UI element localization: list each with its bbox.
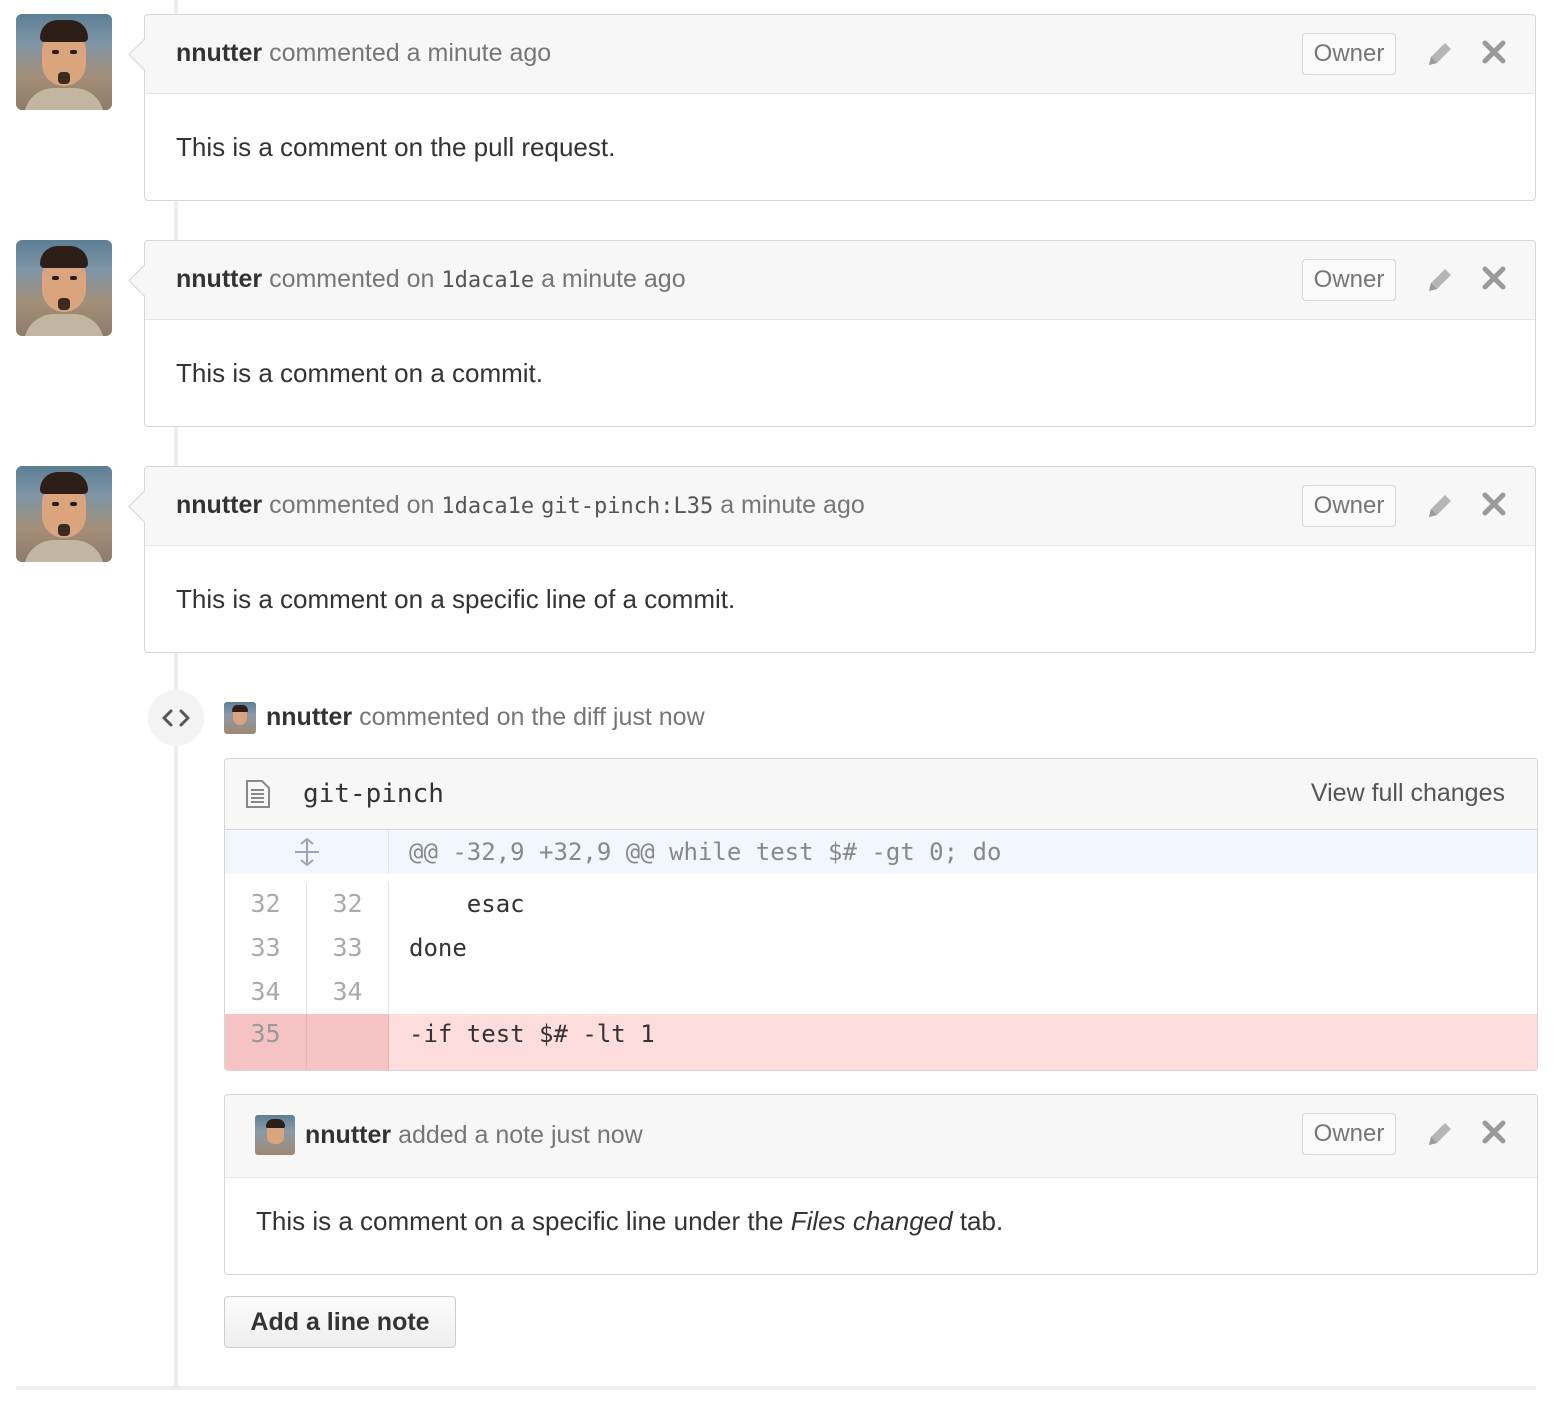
author-link[interactable]: nnutter: [176, 491, 262, 519]
note-body-emphasis: Files changed: [790, 1206, 953, 1236]
comment-action: commented on: [269, 491, 435, 519]
line-note: nnutter added a note just now Owner This…: [224, 1094, 1538, 1275]
commit-sha-link[interactable]: 1daca1e: [441, 268, 534, 293]
owner-badge: Owner: [1302, 259, 1396, 301]
diff-line-deleted: 35 -if test $# -lt 1: [225, 1014, 1537, 1070]
commit-sha-link[interactable]: 1daca1e: [441, 494, 534, 519]
note-header: nnutter added a note just now Owner: [225, 1095, 1537, 1178]
diff-line: 34 34: [225, 970, 1537, 1014]
event-text: commented on the diff just now: [359, 703, 705, 731]
pencil-icon[interactable]: [1425, 491, 1455, 526]
new-line-number[interactable]: 34: [307, 970, 389, 1014]
close-icon[interactable]: [1481, 491, 1507, 522]
unfold-icon[interactable]: [225, 830, 389, 874]
hunk-header-row: @@ -32,9 +32,9 @@ while test $# -gt 0; d…: [225, 830, 1537, 874]
comment-meta: nnutter commented a minute ago: [176, 39, 551, 68]
close-icon[interactable]: [1481, 39, 1507, 70]
file-name[interactable]: git-pinch: [303, 779, 444, 809]
diff-line-code: -if test $# -lt 1: [409, 1020, 655, 1048]
comment-time[interactable]: a minute ago: [407, 39, 552, 67]
comment: nnutter commented a minute ago Owner Thi…: [144, 14, 1536, 201]
pencil-icon[interactable]: [1425, 39, 1455, 74]
avatar[interactable]: [16, 240, 112, 336]
owner-badge: Owner: [1302, 33, 1396, 75]
author-link[interactable]: nnutter: [176, 265, 262, 293]
file-diff: git-pinch View full changes @@ -32,9 +32…: [224, 758, 1538, 1071]
comment-header: nnutter commented on 1daca1e a minute ag…: [145, 241, 1535, 320]
owner-badge: Owner: [1302, 1113, 1396, 1155]
comment-body: This is a comment on a specific line of …: [176, 584, 736, 614]
comment-time[interactable]: a minute ago: [541, 265, 686, 293]
comment-time[interactable]: a minute ago: [720, 491, 865, 519]
avatar[interactable]: [224, 702, 256, 734]
old-line-number[interactable]: 33: [225, 926, 307, 970]
diff-line-code: [389, 970, 1537, 1014]
file-line-link[interactable]: git-pinch:L35: [541, 494, 713, 519]
owner-badge: Owner: [1302, 485, 1396, 527]
comment-body: This is a comment on a commit.: [176, 358, 543, 388]
hunk-header: @@ -32,9 +32,9 @@ while test $# -gt 0; d…: [409, 838, 1002, 866]
old-line-number[interactable]: 34: [225, 970, 307, 1014]
new-line-number[interactable]: 33: [307, 926, 389, 970]
close-icon[interactable]: [1481, 1119, 1507, 1150]
avatar[interactable]: [16, 466, 112, 562]
diff-line: 32 32 esac: [225, 882, 1537, 926]
comment-action: commented on: [269, 265, 435, 293]
note-body-text-end: tab.: [952, 1206, 1004, 1236]
avatar[interactable]: [16, 14, 112, 110]
note-meta: nnutter added a note just now: [305, 1121, 643, 1150]
add-line-note-button[interactable]: Add a line note: [224, 1296, 456, 1348]
comment-action: commented: [269, 39, 400, 67]
diff-line-code: esac: [409, 890, 525, 918]
file-header: git-pinch View full changes: [225, 759, 1537, 830]
divider: [16, 1386, 1536, 1390]
old-line-number[interactable]: 32: [225, 882, 307, 926]
author-link[interactable]: nnutter: [266, 703, 352, 731]
author-link[interactable]: nnutter: [176, 39, 262, 67]
file-text-icon: [245, 779, 271, 814]
comment: nnutter commented on 1daca1e git-pinch:L…: [144, 466, 1536, 653]
event-meta: nnutter commented on the diff just now: [266, 703, 705, 732]
old-line-number[interactable]: 35: [225, 1014, 307, 1070]
note-body: This is a comment on a specific line und…: [225, 1178, 1537, 1274]
comment: nnutter commented on 1daca1e a minute ag…: [144, 240, 1536, 427]
new-line-number[interactable]: [307, 1014, 389, 1070]
note-body-text: This is a comment on a specific line und…: [256, 1206, 791, 1236]
code-icon: [148, 690, 204, 746]
view-full-changes-link[interactable]: View full changes: [1311, 779, 1505, 808]
comment-header: nnutter commented on 1daca1e git-pinch:L…: [145, 467, 1535, 546]
avatar[interactable]: [255, 1115, 295, 1155]
comment-meta: nnutter commented on 1daca1e git-pinch:L…: [176, 491, 865, 520]
comment-body: This is a comment on the pull request.: [176, 132, 616, 162]
diff-line-code: done: [409, 934, 467, 962]
new-line-number[interactable]: 32: [307, 882, 389, 926]
note-text: added a note just now: [398, 1121, 643, 1149]
author-link[interactable]: nnutter: [305, 1121, 391, 1149]
pencil-icon[interactable]: [1425, 265, 1455, 300]
comment-header: nnutter commented a minute ago Owner: [145, 15, 1535, 94]
diff-line: 33 33 done: [225, 926, 1537, 970]
pencil-icon[interactable]: [1425, 1119, 1455, 1154]
close-icon[interactable]: [1481, 265, 1507, 296]
comment-meta: nnutter commented on 1daca1e a minute ag…: [176, 265, 686, 294]
